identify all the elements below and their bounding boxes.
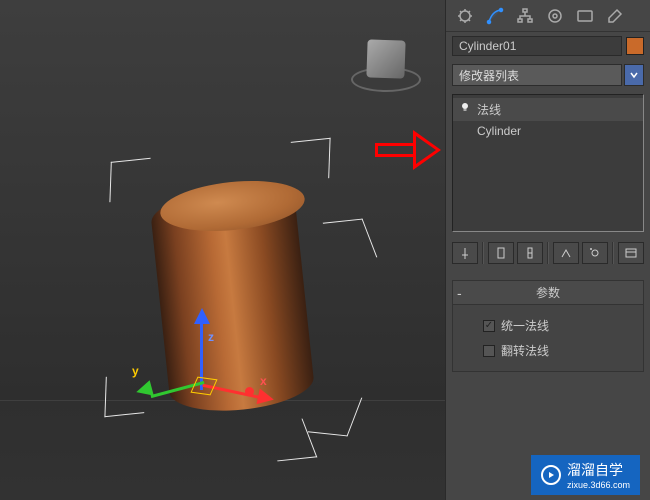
object-name-input[interactable] — [452, 36, 622, 56]
pin-stack-button[interactable] — [452, 242, 478, 264]
stack-item-normals[interactable]: 法线 — [453, 98, 643, 121]
rollout-toggle-icon: - — [457, 285, 462, 301]
separator — [612, 242, 614, 264]
remove-modifier-button[interactable] — [553, 242, 579, 264]
watermark-url: zixue.3d66.com — [567, 480, 630, 490]
stack-item-label: Cylinder — [477, 124, 521, 138]
hierarchy-tab-icon[interactable] — [514, 5, 536, 27]
bbox-corner — [323, 219, 378, 262]
modify-tab-icon[interactable] — [484, 5, 506, 27]
cylinder-object[interactable] — [130, 160, 330, 420]
separator — [547, 242, 549, 264]
y-axis-label: y — [132, 364, 139, 378]
z-axis-arrow — [194, 308, 210, 324]
show-icon — [559, 246, 573, 260]
pin-icon — [458, 246, 472, 260]
show-end-result-button[interactable] — [488, 242, 514, 264]
subobj-icon — [588, 246, 602, 260]
object-name-row — [446, 32, 650, 60]
x-axis-dot — [245, 387, 254, 396]
config-icon — [624, 246, 638, 260]
lightbulb-icon[interactable] — [459, 101, 471, 113]
flip-normals-checkbox[interactable] — [483, 345, 495, 357]
rollout-body: 统一法线 翻转法线 — [453, 305, 643, 371]
x-axis-arrow — [257, 389, 276, 408]
display-tab-icon[interactable] — [574, 5, 596, 27]
make-unique-button[interactable] — [517, 242, 543, 264]
create-tab-icon[interactable] — [454, 5, 476, 27]
stack-item-cylinder[interactable]: Cylinder — [453, 121, 643, 141]
watermark-brand: 溜溜自学 — [567, 462, 623, 478]
stack-item-label: 法线 — [477, 103, 501, 117]
bbox-corner — [109, 158, 150, 203]
flip-normals-row[interactable]: 翻转法线 — [463, 338, 633, 363]
utilities-tab-icon[interactable] — [604, 5, 626, 27]
modifier-list-label: 修改器列表 — [459, 67, 519, 84]
z-axis-label: z — [208, 330, 214, 344]
bbox-corner — [289, 138, 330, 183]
rollout-title: 参数 — [536, 284, 560, 301]
viewcube-cube[interactable] — [366, 39, 405, 78]
viewcube[interactable] — [362, 35, 410, 83]
configure-sets-button[interactable] — [618, 242, 644, 264]
play-icon — [541, 465, 561, 485]
modifier-stack[interactable]: 法线 Cylinder — [452, 94, 644, 232]
motion-tab-icon[interactable] — [544, 5, 566, 27]
stack2-icon — [523, 246, 537, 260]
chevron-down-icon — [629, 70, 639, 80]
unify-normals-row[interactable]: 统一法线 — [463, 313, 633, 338]
x-axis-label: x — [260, 374, 267, 388]
command-panel: 修改器列表 法线 Cylinder - 参数 — [445, 0, 650, 500]
object-color-swatch[interactable] — [626, 37, 644, 55]
viewport[interactable]: z x y — [0, 0, 445, 500]
watermark: 溜溜自学 zixue.3d66.com — [531, 455, 640, 495]
stack-toolbar — [446, 236, 650, 270]
modifier-list-dropdown[interactable]: 修改器列表 — [452, 64, 622, 86]
modifier-list-expand[interactable] — [624, 64, 644, 86]
subobject-button[interactable] — [582, 242, 608, 264]
unify-normals-label: 统一法线 — [501, 317, 549, 334]
stack-icon — [494, 246, 508, 260]
unify-normals-checkbox[interactable] — [483, 320, 495, 332]
command-panel-tabs — [446, 0, 650, 32]
rollout-header[interactable]: - 参数 — [453, 281, 643, 305]
flip-normals-label: 翻转法线 — [501, 342, 549, 359]
separator — [482, 242, 484, 264]
parameters-rollout: - 参数 统一法线 翻转法线 — [452, 280, 644, 372]
